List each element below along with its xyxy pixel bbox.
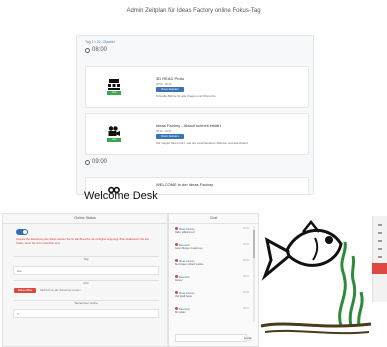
drawing-toolbar[interactable]	[372, 216, 387, 302]
pen-tool-icon[interactable]	[378, 224, 382, 226]
chat-message: Ideas Factory Hallo, willkommen! 08:02	[175, 227, 255, 234]
send-button[interactable]: Senden	[244, 337, 252, 341]
panel-header: Chat	[169, 214, 258, 224]
enter-room-button[interactable]: Raum betreten	[156, 87, 184, 92]
status-warning: Hinweis: Bei Aktivierung des Status werd…	[16, 238, 150, 245]
participants-field[interactable]: 3	[13, 309, 159, 318]
chat-message: Besucher Danke! 08:07	[175, 275, 255, 282]
message-time: 08:11	[243, 307, 249, 310]
message-time: 08:02	[243, 227, 249, 230]
message-text: Bis später	[175, 311, 186, 314]
message-time: 08:04	[243, 243, 249, 246]
session-title: WELCOME in der Ideas Factory	[156, 182, 214, 187]
theater-icon	[108, 77, 120, 90]
message-time: 08:07	[243, 275, 249, 278]
message-text: Guten Morgen zusammen	[175, 247, 203, 250]
chat-message: Ideas Factory Bei Fragen einfach melden.…	[175, 259, 255, 266]
whiteboard-drawing[interactable]	[259, 216, 373, 338]
session-card[interactable]: Live 3D READ Proto 08:00 - 08:30 Raum be…	[85, 66, 309, 108]
avatar-icon	[175, 259, 178, 262]
live-tag: Live	[107, 138, 121, 142]
message-text: Viel Spaß heute	[175, 295, 192, 298]
avatar-icon	[175, 307, 178, 310]
avatar-icon	[175, 275, 178, 278]
avatar-icon	[175, 291, 178, 294]
chat-panel: Chat Ideas Factory Hallo, willkommen! 08…	[168, 213, 259, 347]
clock-icon	[85, 47, 90, 53]
status-offline-button[interactable]: Status offline	[14, 288, 36, 293]
shape-tool-icon[interactable]	[378, 240, 382, 242]
eraser-tool-icon[interactable]	[378, 232, 382, 234]
message-time: 08:09	[243, 291, 249, 294]
welcome-desk-heading: Welcome Desk	[84, 190, 158, 202]
tag-field[interactable]: alle	[13, 266, 159, 275]
chat-input[interactable]	[175, 334, 247, 342]
color-tool-icon[interactable]	[378, 256, 382, 258]
avatar-icon	[175, 227, 178, 230]
session-card[interactable]: Live Ideas Factory - Ablauf schnell erkl…	[85, 113, 309, 155]
section-label-participants: Teilnehmer online	[13, 300, 159, 305]
section-label-tag: Tag	[13, 256, 159, 261]
online-status-toggle[interactable]	[16, 229, 28, 235]
video-camera-icon	[108, 124, 120, 136]
enter-room-button[interactable]: Raum betreten	[156, 134, 184, 139]
message-text: Bei Fragen einfach melden.	[175, 263, 205, 266]
clear-board-button[interactable]	[372, 263, 387, 274]
live-tag: Live	[107, 91, 121, 95]
schedule-panel: Tag 1 • 22. Oktober 08:00 Live 3D READ P…	[76, 35, 314, 195]
time-slot-0900: 09:00	[85, 159, 107, 165]
panel-header: Online Status	[3, 214, 167, 224]
text-tool-icon[interactable]	[378, 248, 382, 250]
fish-drawing-icon	[260, 219, 372, 335]
chat-message: Besucher Guten Morgen zusammen 08:04	[175, 243, 255, 250]
section-label-info: Info	[13, 280, 159, 285]
breadcrumb[interactable]: Tag 1 • 22. Oktober	[85, 40, 115, 44]
avatar-icon	[175, 243, 178, 246]
session-description: Virtuelle Bühne für alle Fragen und Wüns…	[156, 94, 216, 98]
time-slot-0800: 08:00	[85, 47, 107, 53]
broadcast-hint: Nachricht an alle Teilnehmer senden	[40, 289, 81, 292]
message-text: Danke!	[175, 279, 183, 282]
session-title: 3D READ Proto	[156, 76, 185, 81]
online-status-panel: Online Status Hinweis: Bei Aktivierung d…	[2, 213, 168, 347]
time-label: 08:00	[92, 47, 108, 53]
chat-message: Besucher Bis später 08:11	[175, 307, 255, 314]
clock-icon	[85, 159, 90, 165]
session-time: 08:30 - 09:00	[156, 130, 172, 133]
session-title: Ideas Factory - Ablauf schnell erklärt	[156, 123, 221, 128]
page-title: Admin Zeitplan für Ideas Factory online …	[126, 8, 261, 14]
session-description: Wir zeigen Ihnen kurz, wie die verschied…	[156, 141, 248, 145]
message-text: Hallo, willkommen!	[175, 231, 195, 234]
time-label: 09:00	[92, 159, 108, 165]
session-time: 08:00 - 08:30	[156, 83, 172, 86]
status-offline-button-label: Status offline	[14, 288, 36, 293]
message-time: 08:05	[243, 259, 249, 262]
chat-message: Ideas Factory Viel Spaß heute 08:09	[175, 291, 255, 298]
